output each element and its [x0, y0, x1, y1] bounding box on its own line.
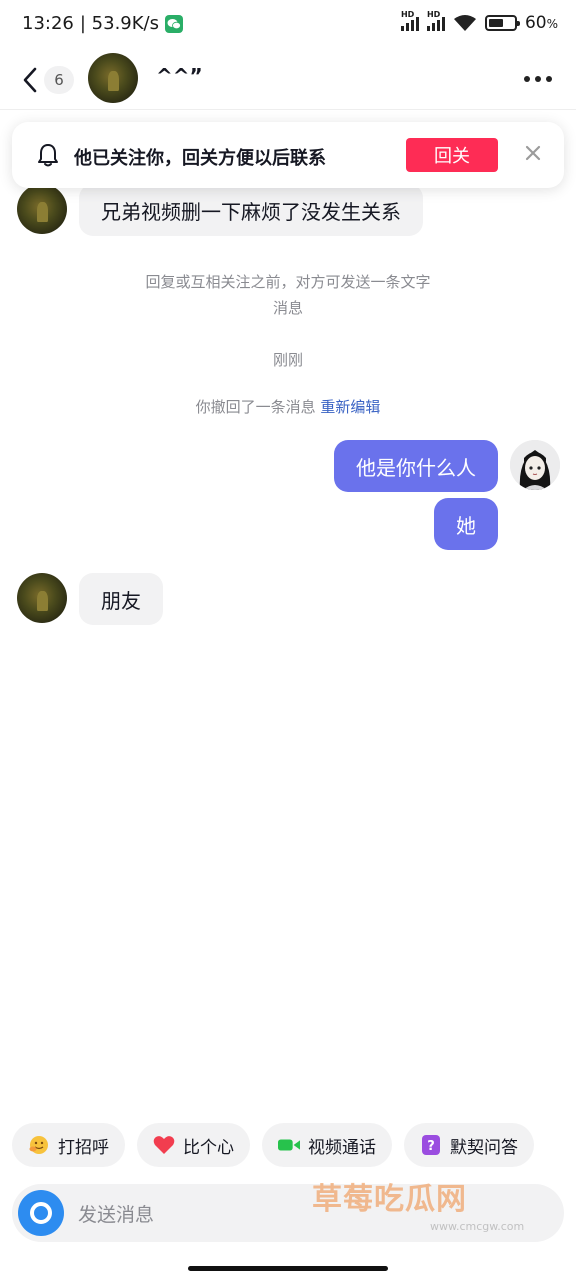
- close-banner-button[interactable]: [520, 140, 546, 166]
- message-input[interactable]: 发送消息: [78, 1200, 154, 1227]
- follow-back-banner: 他已关注你，回关方便以后联系 回关: [12, 122, 564, 188]
- contact-message-avatar[interactable]: [17, 184, 67, 234]
- quick-reply-bar: 打招呼 比个心 视频通话 ? 默契问答: [12, 1123, 534, 1167]
- battery-percent: 60%: [524, 13, 558, 33]
- contact-avatar[interactable]: [88, 53, 138, 103]
- follow-back-button[interactable]: 回关: [406, 138, 498, 172]
- chat-header: 6 ^^”: [0, 50, 576, 110]
- wifi-icon: [453, 15, 476, 31]
- recall-notice: 你撤回了一条消息 重新编辑: [0, 394, 576, 420]
- heart-icon: [153, 1134, 175, 1156]
- svg-text:?: ?: [427, 1139, 435, 1154]
- contact-name[interactable]: ^^”: [156, 64, 203, 88]
- follow-banner-text: 他已关注你，回关方便以后联系: [74, 148, 326, 169]
- camera-icon: [30, 1202, 52, 1224]
- message-timestamp: 刚刚: [272, 351, 303, 369]
- contact-message-avatar[interactable]: [17, 573, 67, 623]
- question-card-icon: ?: [420, 1134, 442, 1156]
- more-dot-icon: [524, 76, 530, 82]
- outgoing-message-bubble[interactable]: 他是你什么人: [334, 440, 498, 492]
- more-dot-icon: [535, 76, 541, 82]
- messaging-restriction-notice: 回复或互相关注之前，对方可发送一条文字 消息: [145, 273, 431, 317]
- close-icon: [525, 145, 541, 161]
- quick-reply-quiz[interactable]: ? 默契问答: [404, 1123, 534, 1167]
- video-camera-icon: [278, 1134, 300, 1156]
- incoming-message-bubble[interactable]: 兄弟视频删一下麻烦了没发生关系: [79, 184, 423, 236]
- quick-reply-video-call[interactable]: 视频通话: [262, 1123, 392, 1167]
- my-avatar[interactable]: [510, 440, 560, 490]
- re-edit-link[interactable]: 重新编辑: [320, 398, 380, 416]
- outgoing-message-bubble[interactable]: 她: [434, 498, 498, 550]
- status-bar: 13:26 | 53.9K/s HD HD 60%: [0, 0, 576, 50]
- quick-reply-greet[interactable]: 打招呼: [12, 1123, 125, 1167]
- quick-reply-heart[interactable]: 比个心: [137, 1123, 250, 1167]
- wave-emoji-icon: [28, 1134, 50, 1156]
- battery-icon: [484, 15, 520, 31]
- signal-1-icon: HD: [400, 10, 419, 31]
- clock: 13:26: [22, 13, 74, 34]
- more-options-button[interactable]: [524, 76, 552, 82]
- unread-count-badge: 6: [44, 66, 74, 94]
- recall-text: 你撤回了一条消息: [195, 398, 316, 416]
- anime-girl-avatar-icon: [510, 440, 560, 490]
- chevron-left-icon: [23, 67, 37, 93]
- incoming-message-bubble[interactable]: 朋友: [79, 573, 163, 625]
- site-watermark: 草莓吃瓜网 www.cmcgw.com: [312, 1182, 525, 1233]
- network-speed: | 53.9K/s: [79, 13, 159, 34]
- bell-icon: [38, 144, 58, 167]
- camera-button[interactable]: [18, 1190, 64, 1236]
- more-dot-icon: [546, 76, 552, 82]
- signal-2-icon: HD: [426, 10, 445, 31]
- wechat-notification-icon: [165, 14, 183, 33]
- home-indicator[interactable]: [188, 1266, 388, 1271]
